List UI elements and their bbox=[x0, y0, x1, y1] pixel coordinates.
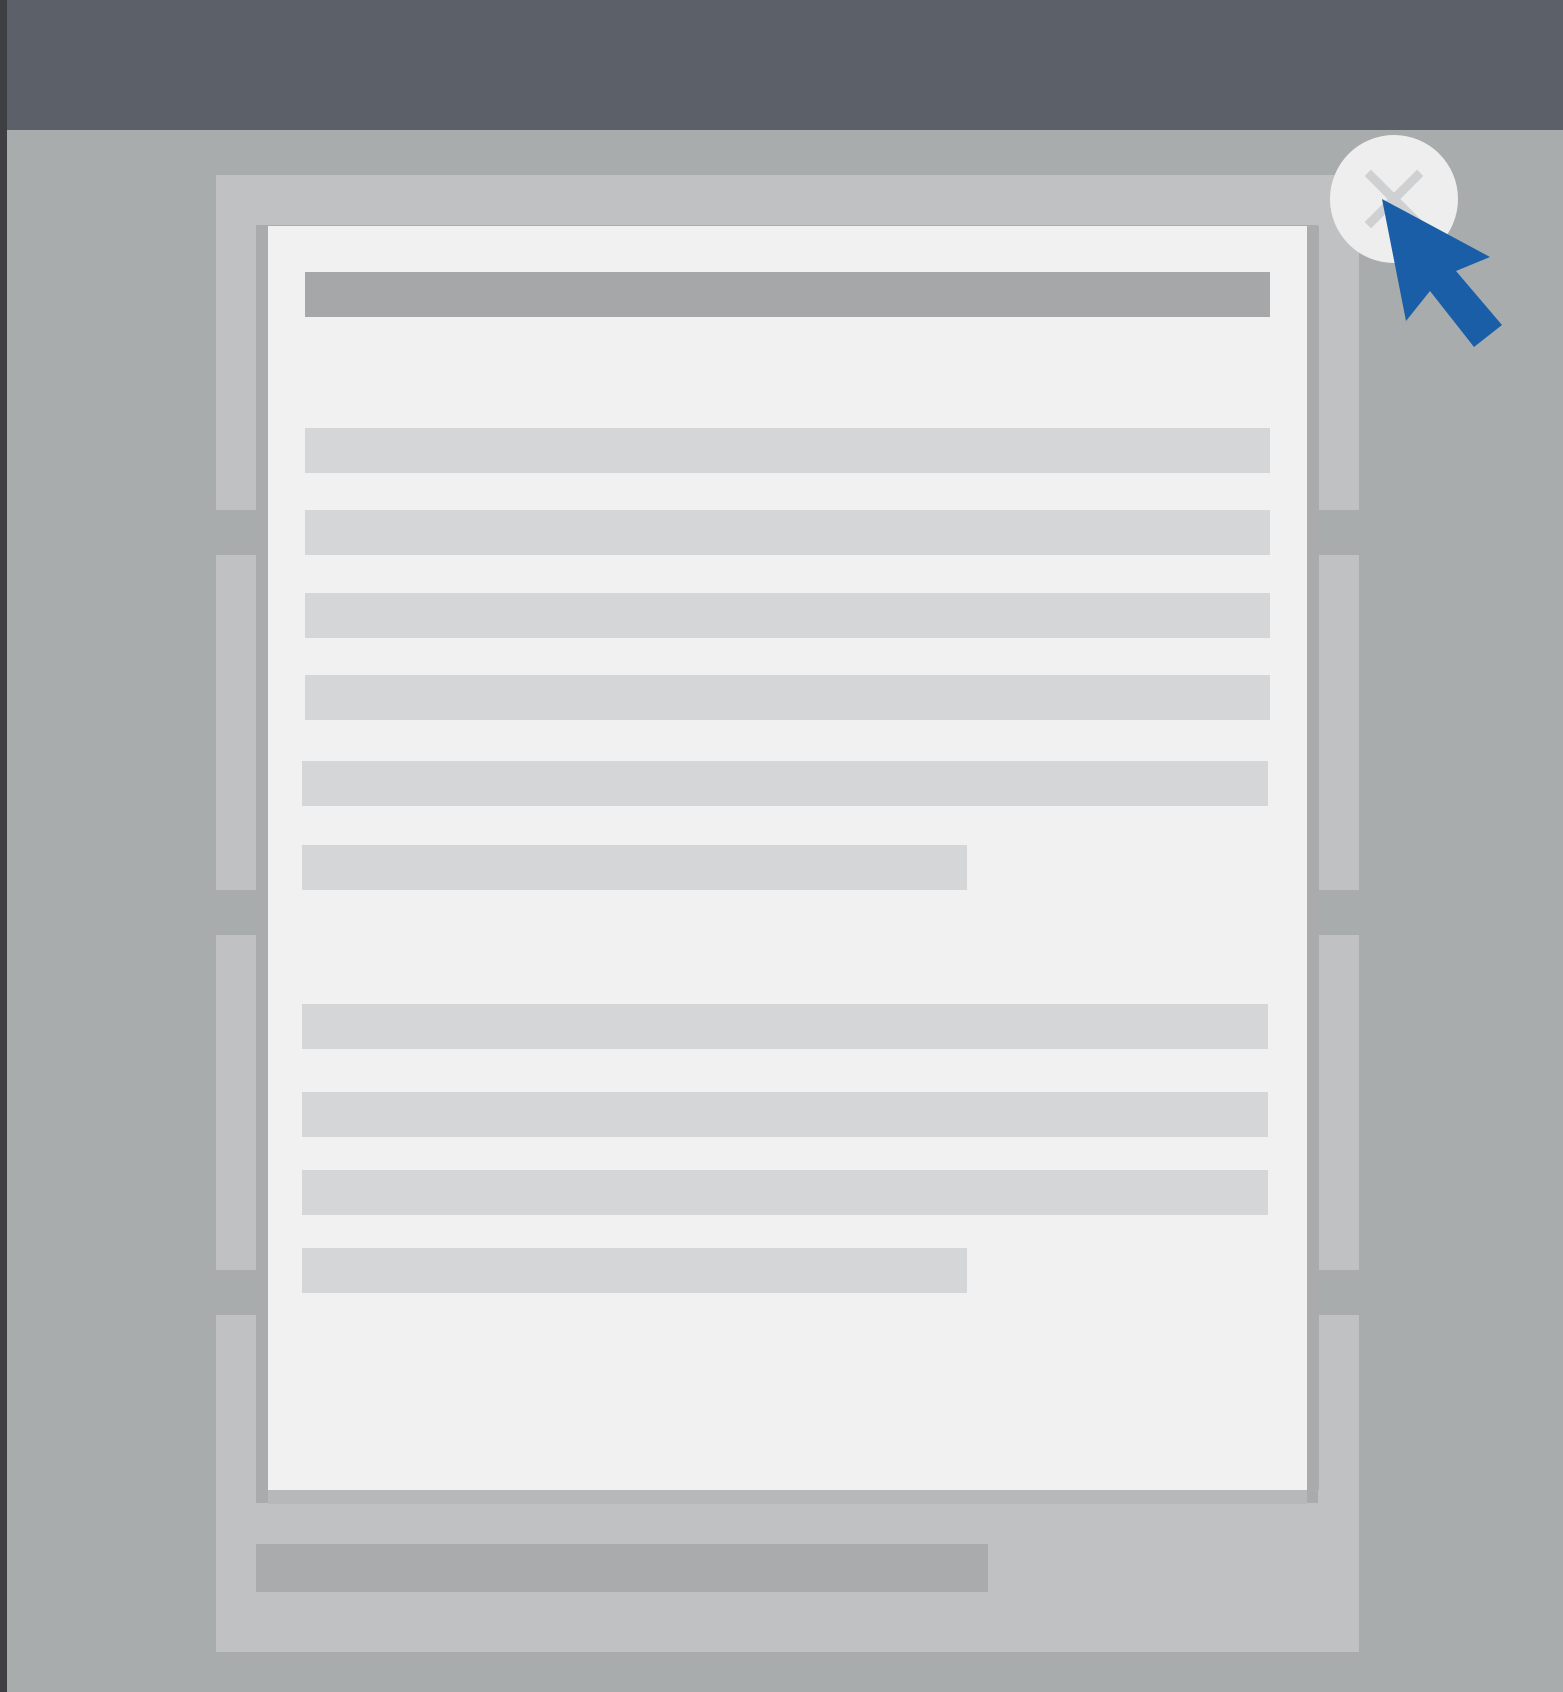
modal-dialog bbox=[268, 226, 1307, 1490]
modal-text-line bbox=[302, 1004, 1268, 1049]
modal-text-line bbox=[305, 510, 1270, 555]
modal-text-line bbox=[302, 1092, 1268, 1137]
modal-text-line bbox=[302, 761, 1268, 806]
modal-text-line bbox=[302, 845, 967, 890]
modal-text-line bbox=[305, 675, 1270, 720]
app-top-bar bbox=[0, 0, 1563, 130]
close-button[interactable] bbox=[1330, 135, 1458, 263]
close-icon bbox=[1364, 169, 1424, 229]
modal-text-line bbox=[305, 428, 1270, 473]
modal-text-line bbox=[302, 1248, 967, 1293]
modal-title-placeholder bbox=[305, 272, 1270, 317]
modal-text-line bbox=[302, 1170, 1268, 1215]
modal-text-line bbox=[305, 593, 1270, 638]
background-card-line bbox=[256, 1544, 988, 1592]
window-left-edge bbox=[0, 0, 7, 1692]
